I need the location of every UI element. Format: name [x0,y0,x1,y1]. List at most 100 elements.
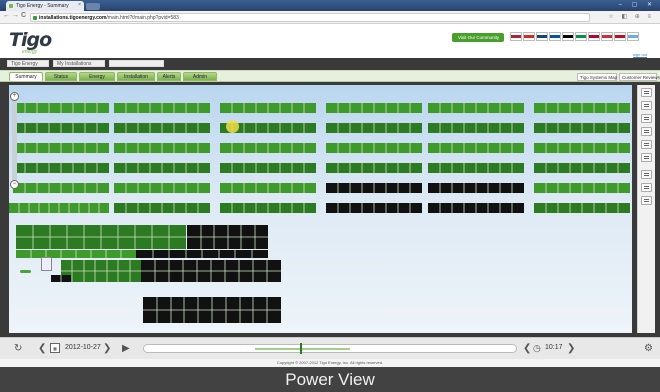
back-icon[interactable]: ← [3,12,10,19]
language-flag[interactable] [575,32,587,41]
solar-panel-group[interactable] [61,260,141,282]
solar-panel-group[interactable] [534,163,630,173]
solar-panel-group[interactable] [13,163,109,173]
window-controls[interactable]: – ▢ ✕ [619,1,656,8]
solar-panel-group[interactable] [13,123,109,133]
solar-panel-group[interactable] [534,103,630,113]
solar-panel-group[interactable] [428,163,524,173]
tab-admin[interactable]: Admin [183,72,217,81]
solar-panel-group[interactable] [187,225,268,249]
language-flag[interactable] [627,32,639,41]
solar-panel-group[interactable] [114,203,210,213]
solar-panel-group[interactable] [114,163,210,173]
solar-panel-group[interactable] [428,183,524,193]
language-flag[interactable] [523,32,535,41]
view-button[interactable] [641,153,652,162]
solar-panel-group[interactable] [326,163,422,173]
solar-panel-group[interactable] [428,143,524,153]
view-button[interactable] [641,170,652,179]
settings-icon[interactable]: ⚙ [644,343,653,354]
solar-panel-group[interactable] [428,123,524,133]
solar-panel-group[interactable] [114,103,210,113]
solar-panel-group[interactable] [326,183,422,193]
tab-status[interactable]: Status [45,72,77,81]
zoom-slider[interactable] [12,95,17,187]
solar-panel-group[interactable] [220,203,316,213]
solar-panel-group[interactable] [534,183,630,193]
tab-installation[interactable]: Installation [117,72,155,81]
timeline-position-marker[interactable] [300,343,302,354]
inverter-icon[interactable] [41,257,52,271]
solar-panel-group[interactable] [114,143,210,153]
browser-toolbar-icons[interactable]: ☆ ◧ ⊕ ≡ [608,13,654,20]
next-day-icon[interactable]: ❯ [103,343,111,354]
play-icon[interactable]: ▶ [122,343,130,354]
solar-panel-group[interactable] [220,163,316,173]
zoom-in-button[interactable]: + [10,92,19,101]
tigo-logo[interactable]: Tigo [9,29,52,51]
solar-panel-group[interactable] [326,203,422,213]
solar-panel-group[interactable] [326,123,422,133]
solar-panel-group[interactable] [534,123,630,133]
solar-panel-group[interactable] [534,143,630,153]
solar-panel-group[interactable] [16,250,136,258]
tab-energy[interactable]: Energy [79,72,115,81]
view-button[interactable] [641,101,652,110]
previous-time-icon[interactable]: ❮ [523,343,531,354]
language-flag[interactable] [601,32,613,41]
solar-panel-group[interactable] [51,275,71,282]
breadcrumb-item[interactable]: My Installations [53,60,105,67]
solar-panel-group[interactable] [141,260,281,282]
breadcrumb-item[interactable]: Tigo Energy [7,60,49,67]
solar-panel-group[interactable] [13,143,109,153]
browser-tab[interactable]: Tigo Energy - Summary × [6,1,84,11]
forward-icon[interactable]: → [12,12,19,19]
customer-reviews-link[interactable]: Customer Reviews [619,73,660,81]
view-button[interactable] [641,140,652,149]
url-field[interactable]: installations.tigoenergy.com/main.html?t… [30,13,590,22]
solar-panel-group[interactable] [13,103,109,113]
solar-panel-group[interactable] [326,143,422,153]
breadcrumb-item[interactable] [109,60,164,67]
tab-alerts[interactable]: Alerts [157,72,181,81]
view-button[interactable] [641,196,652,205]
language-flag[interactable] [510,32,522,41]
solar-panel-group[interactable] [9,203,109,213]
calendar-icon[interactable]: ▦ [50,343,60,353]
refresh-icon[interactable]: ↻ [14,343,22,354]
view-button[interactable] [641,114,652,123]
solar-panel-group[interactable] [428,203,524,213]
solar-panel-group[interactable] [13,183,109,193]
new-tab-button[interactable] [86,3,100,10]
solar-panel-group[interactable] [143,297,281,323]
language-flag[interactable] [588,32,600,41]
visit-community-button[interactable]: Visit Our Community [452,33,504,42]
next-time-icon[interactable]: ❯ [567,343,575,354]
view-button[interactable] [641,127,652,136]
previous-day-icon[interactable]: ❮ [38,343,46,354]
zoom-out-button[interactable]: − [10,180,19,189]
language-flag[interactable] [562,32,574,41]
reload-icon[interactable]: C [21,12,26,19]
solar-panel-group[interactable] [220,143,316,153]
solar-panel-group[interactable] [114,183,210,193]
solar-panel-group[interactable] [136,250,268,258]
solar-panel-group[interactable] [220,183,316,193]
view-button[interactable] [641,88,652,97]
solar-panel-group[interactable] [220,103,316,113]
language-flag[interactable] [536,32,548,41]
systems-map-link[interactable]: Tigo Systems Map [577,73,617,81]
language-flag[interactable] [549,32,561,41]
solar-panel-group[interactable] [326,103,422,113]
tab-summary[interactable]: Summary [9,72,43,81]
power-view-canvas[interactable] [9,85,632,333]
tab-close-icon[interactable]: × [78,2,81,8]
solar-panel-group[interactable] [114,123,210,133]
solar-panel-group[interactable] [534,203,630,213]
solar-panel-group[interactable] [16,225,186,249]
selected-panel-highlight [226,120,239,133]
solar-panel-group[interactable] [428,103,524,113]
sign-out-link[interactable]: sign out [633,52,647,57]
language-flag[interactable] [614,32,626,41]
view-button[interactable] [641,183,652,192]
